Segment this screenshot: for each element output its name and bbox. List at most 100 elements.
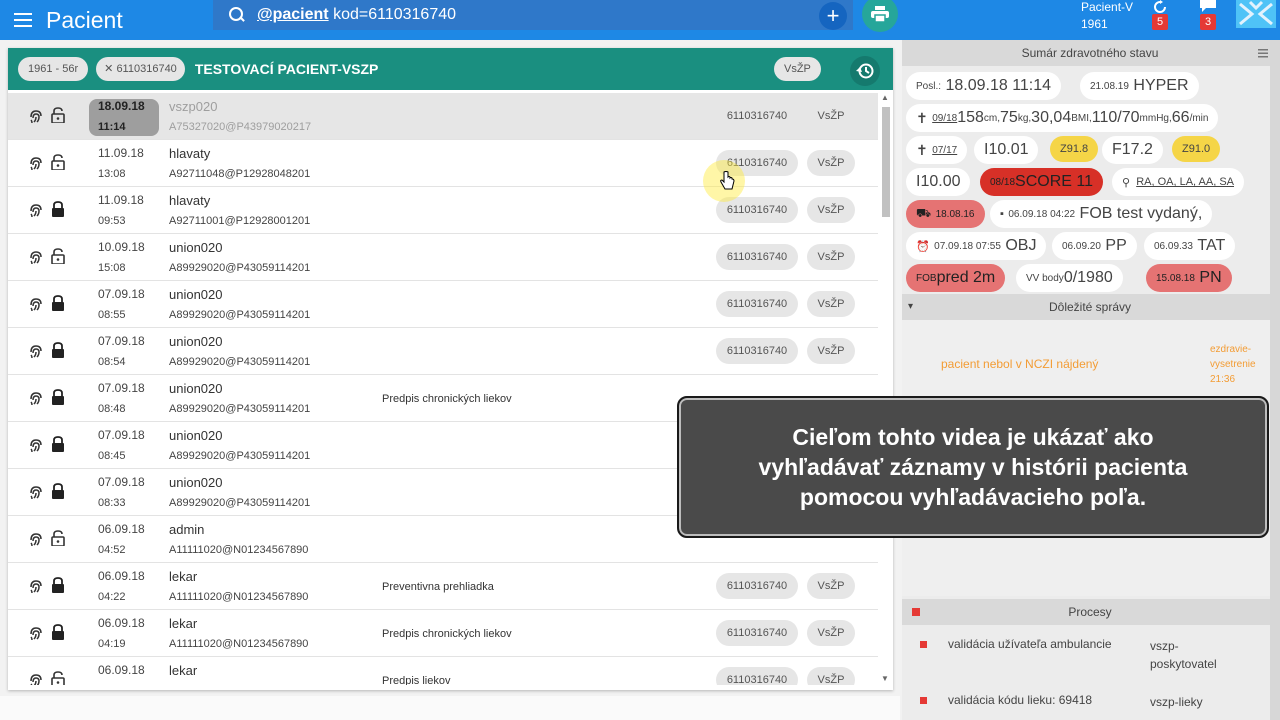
row-user: lekar: [169, 663, 198, 678]
scroll-up-icon[interactable]: ▲: [881, 93, 889, 102]
fingerprint-icon[interactable]: [28, 249, 44, 270]
vv-pill[interactable]: VV body 0/1980: [1016, 264, 1123, 292]
sync-notification[interactable]: 5: [1148, 0, 1172, 34]
patient-id-chip[interactable]: ✕ 6110316740: [96, 57, 185, 81]
close-icon[interactable]: ✕: [104, 63, 116, 75]
table-row[interactable]: 11.09.18 13:08 hlavaty A92711048@P129280482…: [8, 140, 878, 187]
lock-icon[interactable]: [51, 577, 65, 598]
filter-icon[interactable]: ▾: [908, 294, 913, 320]
scroll-down-icon[interactable]: ▼: [881, 674, 889, 683]
fingerprint-icon[interactable]: [28, 672, 44, 685]
vitals-pill[interactable]: ✝ 09/18 158 cm, 75 kg, 30,04 BMI, 110/70 mmHg, 66…: [906, 104, 1219, 132]
stay-pill[interactable]: ⛟ 18.08.16: [906, 200, 985, 228]
insurer-chip[interactable]: VsŽP: [774, 57, 821, 81]
table-row[interactable]: 18.09.18 11:14 vszp020 A75327020@P439790202…: [8, 93, 878, 140]
fingerprint-icon[interactable]: [28, 202, 44, 223]
history-button[interactable]: [850, 56, 880, 86]
fingerprint-icon[interactable]: [28, 578, 44, 599]
lock-open-icon[interactable]: [51, 671, 65, 685]
lock-open-icon[interactable]: [51, 107, 65, 128]
row-time: 15:08: [98, 262, 126, 274]
table-scrollbar[interactable]: ▲ ▼: [880, 93, 892, 685]
fob-pill[interactable]: FOB pred 2m: [906, 264, 1006, 292]
lock-open-icon[interactable]: [51, 248, 65, 269]
fingerprint-icon[interactable]: [28, 155, 44, 176]
row-id-chip[interactable]: 6110316740: [716, 244, 798, 270]
table-row[interactable]: 07.09.18 08:54 union020 A89929020@P43059114…: [8, 328, 878, 375]
row-insurer-chip[interactable]: VsŽP: [807, 197, 855, 223]
message-notification[interactable]: 3: [1196, 0, 1220, 34]
row-insurer-chip[interactable]: VsŽP: [807, 150, 855, 176]
fob-message-pill[interactable]: ▪ 06.09.18 04:22 FOB test vydaný,: [990, 200, 1213, 228]
score-pill[interactable]: 08/18 SCORE 11: [980, 168, 1103, 196]
row-insurer-chip[interactable]: VsŽP: [807, 338, 855, 364]
process-item[interactable]: validácia užívateľa ambulancie vszp-posk…: [902, 637, 1278, 681]
table-row[interactable]: 06.09.18 04:19 lekar A11111020@N01234567890…: [8, 610, 878, 657]
diagnosis-i10-01[interactable]: I10.01: [974, 136, 1039, 164]
table-row[interactable]: 06.09.18 04:22 lekar A11111020@N01234567890…: [8, 563, 878, 610]
hyper-pill[interactable]: 21.08.19 HYPER: [1080, 72, 1199, 100]
row-insurer-chip[interactable]: VsŽP: [807, 620, 855, 646]
menu-button[interactable]: [0, 0, 46, 40]
search-input[interactable]: @pacient kod=6110316740: [257, 6, 456, 24]
lock-open-icon[interactable]: [51, 530, 65, 551]
row-insurer-chip[interactable]: VsŽP: [807, 573, 855, 599]
diagnosis-date-pill[interactable]: ✝ 07/17: [906, 136, 968, 164]
age-chip[interactable]: 1961 - 56r: [18, 57, 89, 81]
fingerprint-icon[interactable]: [28, 343, 44, 364]
process-item[interactable]: validácia kódu lieku: 69418 vszp-lieky: [902, 693, 1278, 715]
pp-pill[interactable]: 06.09.20 PP: [1052, 232, 1137, 260]
scrollbar-thumb[interactable]: [882, 107, 890, 217]
row-id-chip[interactable]: 6110316740: [716, 667, 798, 685]
fingerprint-icon[interactable]: [28, 296, 44, 317]
fingerprint-icon[interactable]: [28, 625, 44, 646]
row-insurer-chip[interactable]: VsŽP: [807, 244, 855, 270]
add-button[interactable]: +: [819, 2, 847, 30]
row-id-chip[interactable]: 6110316740: [716, 103, 798, 129]
panel-menu-icon[interactable]: [1258, 45, 1268, 58]
fingerprint-icon[interactable]: [28, 437, 44, 458]
row-insurer-chip[interactable]: VsŽP: [807, 103, 855, 129]
vitals-height-unit: cm,: [983, 112, 1001, 124]
tat-pill[interactable]: 06.09.33 TAT: [1144, 232, 1236, 260]
table-row[interactable]: 06.09.18 lekar Predpis liekov 6110316740 VsŽ…: [8, 657, 878, 685]
row-insurer-chip[interactable]: VsŽP: [807, 291, 855, 317]
lock-icon[interactable]: [51, 624, 65, 645]
obj-pill[interactable]: ⏰ 07.09.18 07:55 OBJ: [906, 232, 1047, 260]
table-row[interactable]: 11.09.18 09:53 hlavaty A92711001@P129280012…: [8, 187, 878, 234]
fingerprint-icon[interactable]: [28, 484, 44, 505]
lock-icon[interactable]: [51, 389, 65, 410]
row-insurer-chip[interactable]: VsŽP: [807, 667, 855, 685]
allergy-pill[interactable]: ⚲ RA, OA, LA, AA, SA: [1112, 168, 1245, 196]
fingerprint-icon[interactable]: [28, 390, 44, 411]
search-bar[interactable]: @pacient kod=6110316740: [213, 0, 853, 30]
row-id-chip[interactable]: 6110316740: [716, 620, 798, 646]
fingerprint-icon[interactable]: [28, 108, 44, 129]
right-scrollbar[interactable]: [1270, 40, 1280, 720]
message-text[interactable]: pacient nebol v NCZI nájdený: [941, 357, 1098, 371]
lock-open-icon[interactable]: [51, 154, 65, 175]
fingerprint-icon[interactable]: [28, 531, 44, 552]
lock-icon[interactable]: [51, 201, 65, 222]
diagnosis-z91-8[interactable]: Z91.8: [1050, 136, 1099, 162]
lock-icon[interactable]: [51, 295, 65, 316]
search-icon[interactable]: [229, 7, 245, 23]
hyper-value: HYPER: [1133, 77, 1189, 94]
lock-icon[interactable]: [51, 483, 65, 504]
pn-value: PN: [1199, 269, 1222, 286]
table-row[interactable]: 10.09.18 15:08 union020 A89929020@P43059114…: [8, 234, 878, 281]
diagnosis-f17-2[interactable]: F17.2: [1102, 136, 1163, 164]
patient-info[interactable]: Pacient-V 1961: [1081, 0, 1133, 32]
vv-label: VV body: [1026, 272, 1064, 284]
row-id-chip[interactable]: 6110316740: [716, 291, 798, 317]
diagnosis-z91-0[interactable]: Z91.0: [1172, 136, 1221, 162]
pn-pill[interactable]: 15.08.18 PN: [1146, 264, 1232, 292]
last-visit-pill[interactable]: Posl.: 18.09.18 11:14: [906, 72, 1062, 100]
row-id-chip[interactable]: 6110316740: [716, 573, 798, 599]
pp-value: PP: [1105, 237, 1127, 254]
lock-icon[interactable]: [51, 342, 65, 363]
row-id-chip[interactable]: 6110316740: [716, 338, 798, 364]
diagnosis-i10-00[interactable]: I10.00: [906, 168, 971, 196]
table-row[interactable]: 07.09.18 08:55 union020 A89929020@P43059114…: [8, 281, 878, 328]
lock-icon[interactable]: [51, 436, 65, 457]
